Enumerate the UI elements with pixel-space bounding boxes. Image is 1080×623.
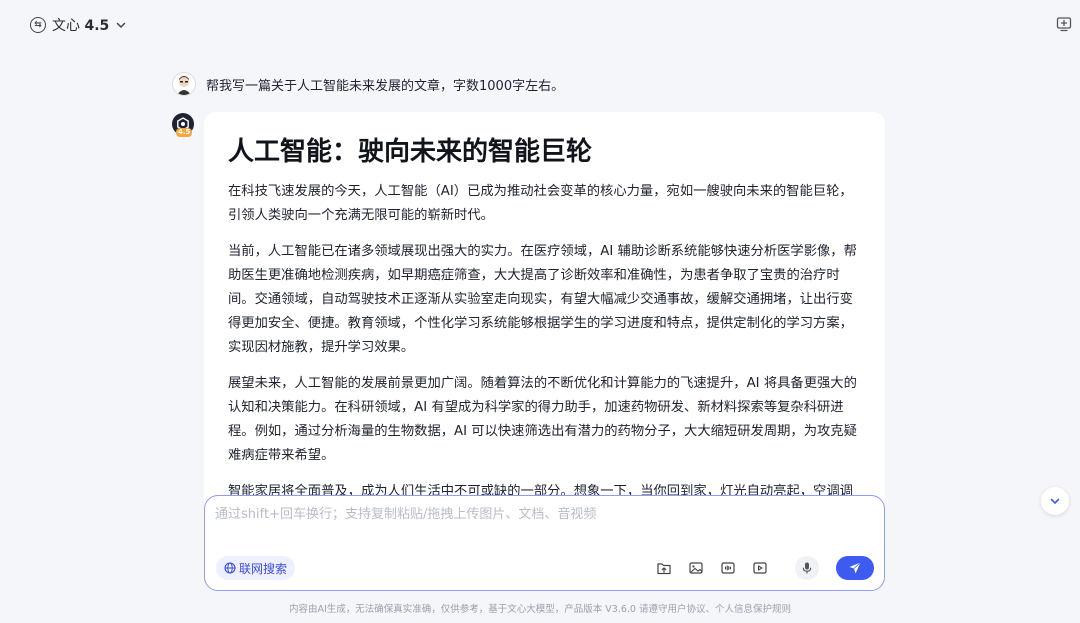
chat-input[interactable]: [215, 504, 874, 524]
answer-card: 人工智能：驶向未来的智能巨轮 在科技飞速发展的今天，人工智能（AI）已成为推动社…: [204, 112, 885, 512]
answer-title: 人工智能：驶向未来的智能巨轮: [228, 137, 593, 167]
user-avatar: [172, 72, 196, 96]
globe-icon: [224, 562, 236, 574]
audio-icon: [721, 562, 735, 574]
upload-audio-button[interactable]: [719, 559, 737, 577]
upload-image-button[interactable]: [687, 559, 705, 577]
upload-file-button[interactable]: [655, 559, 673, 577]
model-name: 文心 4.5: [52, 15, 109, 35]
send-button[interactable]: [836, 556, 874, 580]
model-switch[interactable]: ⇆ 文心 4.5: [30, 14, 127, 36]
model-switch-icon: ⇆: [30, 17, 46, 33]
send-icon: [849, 562, 861, 574]
answer-paragraph: 在科技飞速发展的今天，人工智能（AI）已成为推动社会变革的核心力量，宛如一艘驶向…: [228, 184, 853, 223]
chevron-down-icon: [117, 22, 126, 28]
chat-input-box: 联网搜索: [204, 495, 885, 591]
footer-disclaimer: 内容由AI生成，无法确保真实准确，仅供参考，基于文心大模型，产品版本 V3.6.…: [288, 604, 791, 615]
model-name-text: 文心: [52, 18, 80, 34]
scroll-down-button[interactable]: [1041, 487, 1069, 515]
microphone-icon: [802, 562, 812, 574]
answer-paragraph: 展望未来，人工智能的发展前景更加广阔。随着算法的不断优化和计算能力的飞速提升，A…: [228, 376, 857, 463]
video-icon: [753, 562, 767, 574]
web-search-label: 联网搜索: [239, 561, 288, 576]
upload-video-button[interactable]: [751, 559, 769, 577]
image-icon: [689, 562, 703, 574]
chevron-down-icon: [1050, 498, 1060, 504]
new-chat-icon[interactable]: [1056, 16, 1072, 32]
user-message-row: 帮我写一篇关于人工智能未来发展的文章，字数1000字左右。: [172, 72, 564, 96]
voice-input-button[interactable]: [795, 556, 819, 580]
web-search-button[interactable]: 联网搜索: [216, 556, 296, 580]
upload-file-icon: [657, 563, 671, 575]
user-avatar-icon: [177, 76, 191, 95]
model-version: 4.5: [84, 18, 110, 34]
answer-paragraph: 当前，人工智能已在诸多领域展现出强大的实力。在医疗领域，AI 辅助诊断系统能够快…: [228, 244, 857, 355]
user-message-text: 帮我写一篇关于人工智能未来发展的文章，字数1000字左右。: [206, 78, 565, 94]
bot-version-badge: 4.5: [176, 128, 193, 137]
